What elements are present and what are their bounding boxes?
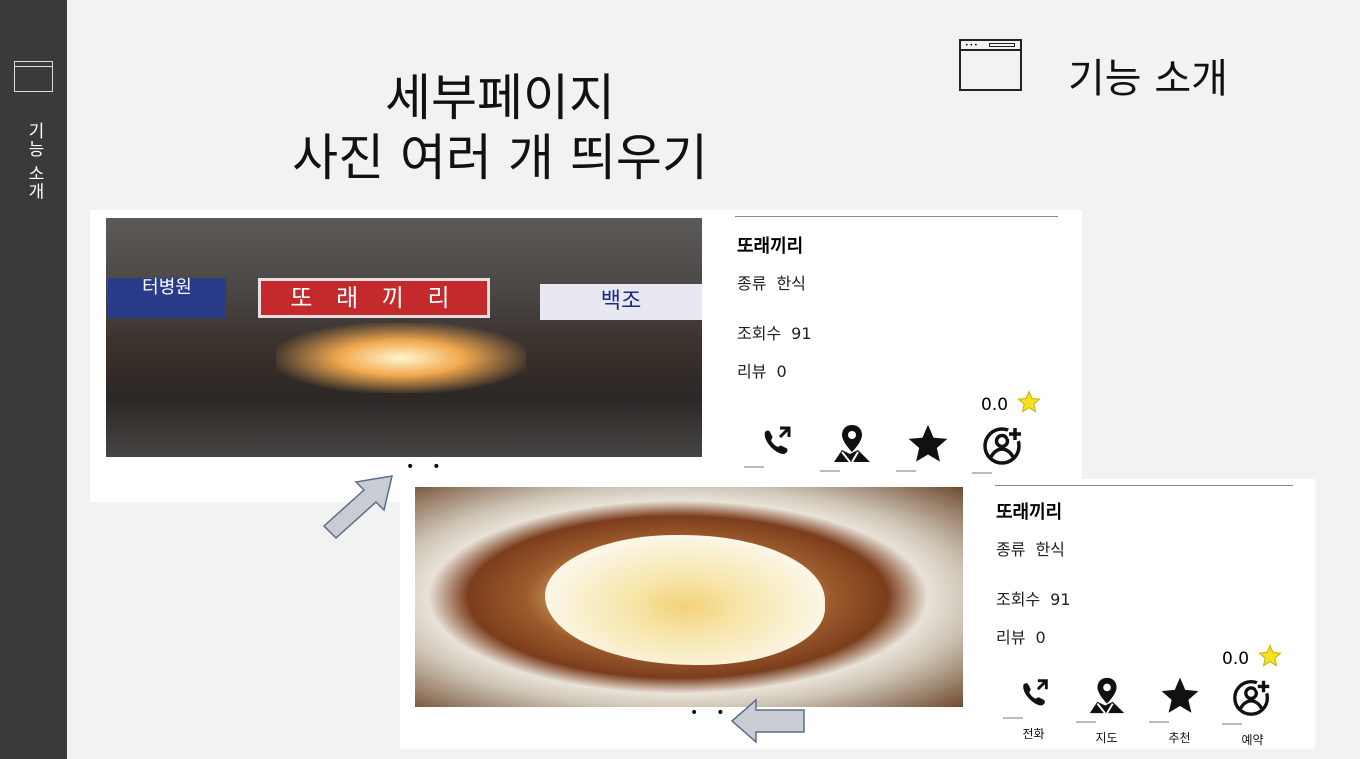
views-value: 91	[1050, 590, 1071, 609]
call-button[interactable]: 전화	[997, 675, 1070, 748]
page-title: 세부페이지 사진 여러 개 띄우기	[240, 68, 760, 188]
action-label: 전화	[1022, 727, 1045, 741]
page-title-line1: 세부페이지	[385, 69, 615, 127]
action-bar	[738, 422, 1042, 474]
reviews-value: 0	[776, 362, 787, 381]
action-label: 추천	[1168, 731, 1191, 745]
fried-egg	[545, 535, 825, 665]
views-label: 조회수	[996, 590, 1041, 609]
reviews-value: 0	[1035, 628, 1046, 647]
category-value: 한식	[776, 274, 806, 293]
rating: 0.0	[981, 390, 1042, 415]
sidebar-label: 기능 소개	[24, 122, 44, 201]
action-bar: 전화 지도 추천 예약	[997, 675, 1289, 748]
sidebar: 기능 소개	[0, 0, 67, 759]
photo-sign: 또 래 끼 리	[258, 278, 490, 318]
divider	[735, 216, 1058, 217]
star-rating-icon	[1017, 390, 1042, 413]
reviews-label: 리뷰	[996, 628, 1026, 647]
category-label: 종류	[737, 274, 767, 293]
detail-card-2: •• 또래끼리 종류 한식 조회수 91 리뷰 0 0.0 전화 지도 추천 예약	[400, 479, 1315, 749]
window-icon	[14, 61, 53, 92]
feature-title: 기능 소개	[1068, 56, 1228, 102]
sidebar-credit	[8, 100, 48, 104]
photo-sign-left: 터병원	[108, 278, 226, 318]
map-button[interactable]	[814, 422, 890, 474]
page-title-line2: 사진 여러 개 띄우기	[292, 129, 708, 187]
photo-pagination-dots[interactable]: ••	[406, 459, 459, 475]
views-label: 조회수	[737, 324, 782, 343]
reserve-button[interactable]	[966, 422, 1042, 474]
restaurant-info: 또래끼리 종류 한식 조회수 91 리뷰 0	[737, 232, 812, 382]
reviews-label: 리뷰	[737, 362, 767, 381]
food-photo[interactable]	[415, 487, 963, 707]
add-user-icon	[1232, 678, 1271, 716]
reserve-button[interactable]: 예약	[1216, 675, 1289, 748]
restaurant-photo[interactable]: 터병원 또 래 끼 리 백조	[106, 218, 702, 457]
action-label: 예약	[1241, 733, 1264, 747]
restaurant-name: 또래끼리	[737, 236, 804, 257]
window-icon: •••	[959, 39, 1022, 91]
restaurant-info: 또래끼리 종류 한식 조회수 91 리뷰 0	[996, 498, 1071, 648]
call-button[interactable]	[738, 422, 814, 474]
rating-value: 0.0	[981, 395, 1009, 415]
arrow-up-right-icon	[322, 475, 393, 540]
recommend-button[interactable]: 추천	[1143, 675, 1216, 748]
map-icon	[834, 425, 870, 463]
divider	[995, 485, 1293, 486]
map-button[interactable]: 지도	[1070, 675, 1143, 748]
rating-value: 0.0	[1222, 649, 1250, 669]
detail-card-1: 터병원 또 래 끼 리 백조 •• 또래끼리 종류 한식 조회수 91 리뷰 0 0.…	[90, 210, 1082, 502]
map-icon	[1089, 677, 1124, 714]
phone-icon	[1022, 679, 1048, 706]
views-value: 91	[791, 324, 812, 343]
action-label: 지도	[1095, 731, 1118, 745]
star-rating-icon	[1258, 644, 1283, 667]
phone-icon	[764, 426, 791, 454]
category-value: 한식	[1035, 540, 1065, 559]
arrow-left-icon	[730, 698, 805, 744]
category-label: 종류	[996, 540, 1026, 559]
recommend-button[interactable]	[890, 422, 966, 474]
rating: 0.0	[1222, 644, 1283, 669]
star-icon	[908, 424, 948, 462]
light-glow	[276, 323, 526, 393]
add-user-icon	[983, 426, 1023, 465]
photo-sign-right: 백조	[540, 284, 702, 320]
star-icon	[1161, 677, 1198, 713]
restaurant-name: 또래끼리	[996, 502, 1063, 523]
